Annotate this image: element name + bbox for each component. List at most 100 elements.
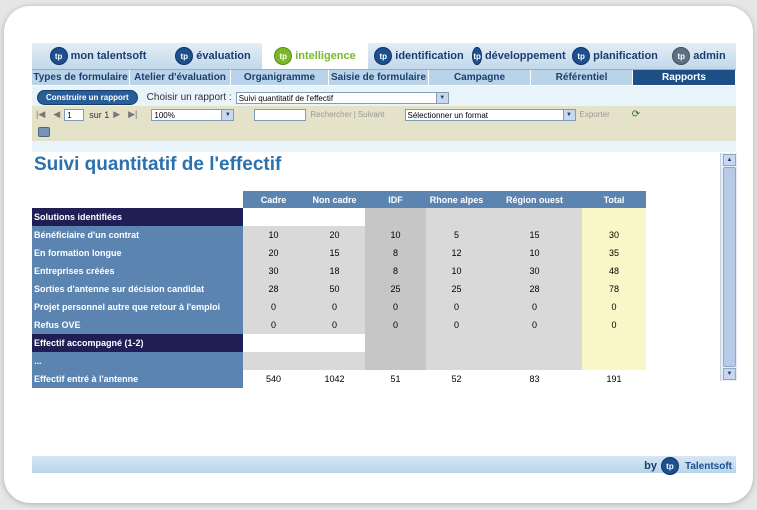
- table-cell: 35: [582, 244, 646, 262]
- vertical-scrollbar[interactable]: ▲ ▼: [720, 153, 737, 381]
- talentsoft-logo-icon: tp: [660, 457, 679, 475]
- zoom-value: 100%: [154, 110, 175, 120]
- table-cell: 18: [304, 262, 365, 280]
- table-cell: [487, 334, 582, 352]
- tab-0[interactable]: Types de formulaire: [32, 70, 130, 85]
- zoom-select[interactable]: 100% ▼: [151, 108, 235, 121]
- refresh-icon[interactable]: ⟳: [632, 109, 640, 120]
- scroll-up-icon[interactable]: ▲: [723, 154, 736, 166]
- search-link[interactable]: Rechercher: [310, 110, 351, 119]
- table-cell: 5: [426, 226, 487, 244]
- format-select-value: Sélectionner un format: [407, 110, 489, 120]
- table-cell: 10: [487, 244, 582, 262]
- module-1[interactable]: tp évaluation: [164, 43, 262, 69]
- table-cell: 0: [304, 316, 365, 334]
- tab-3[interactable]: Saisie de formulaire: [329, 70, 429, 85]
- row-label: Entreprises créées: [32, 262, 243, 280]
- first-page-icon[interactable]: |◀: [36, 109, 45, 120]
- tab-6[interactable]: Rapports: [633, 70, 736, 85]
- next-page-icon[interactable]: ▶: [113, 109, 120, 120]
- table-cell: [582, 208, 646, 226]
- window-frame: tp mon talentsoft tp évaluation tp intelligen…: [4, 6, 753, 503]
- column-header: IDF: [365, 191, 426, 208]
- last-page-icon[interactable]: ▶|: [128, 109, 137, 120]
- talentsoft-app: tp mon talentsoft tp évaluation tp intelligen…: [32, 43, 737, 475]
- table-cell: [304, 334, 365, 352]
- sub-navigation: Types de formulaire Atelier d'évaluation O…: [32, 70, 736, 85]
- module-2[interactable]: tp intelligence: [262, 43, 368, 69]
- chevron-down-icon[interactable]: ▼: [562, 109, 575, 120]
- table-cell: [487, 208, 582, 226]
- tp-logo-icon: tp: [175, 47, 194, 65]
- row-label: Solutions identifiées: [32, 208, 243, 226]
- tab-1[interactable]: Atelier d'évaluation: [130, 70, 231, 85]
- report-table: Cadre Non cadre IDF Rhone alpes Région ouest…: [32, 191, 646, 388]
- build-report-button[interactable]: Construire un rapport: [37, 90, 138, 105]
- format-select[interactable]: Sélectionner un format ▼: [404, 108, 576, 121]
- table-cell: [487, 352, 582, 370]
- choose-report-label: Choisir un rapport :: [146, 92, 232, 103]
- module-label: admin: [693, 50, 726, 62]
- footer: by tp Talentsoft: [32, 456, 736, 475]
- print-icon[interactable]: [38, 127, 50, 137]
- previous-page-icon[interactable]: ◀: [53, 109, 60, 120]
- report-select[interactable]: Suivi quantitatif de l'effectif ▼: [235, 91, 449, 104]
- module-6[interactable]: tp admin: [662, 43, 736, 69]
- table-cell: 83: [487, 370, 582, 388]
- module-0[interactable]: tp mon talentsoft: [32, 43, 164, 69]
- page-count-label: sur 1: [89, 109, 110, 120]
- table-cell: 0: [426, 316, 487, 334]
- scroll-down-icon[interactable]: ▼: [723, 368, 736, 380]
- table-header-row: Cadre Non cadre IDF Rhone alpes Région ouest…: [32, 191, 646, 208]
- row-label: Refus OVE: [32, 316, 243, 334]
- table-cell: [243, 334, 304, 352]
- module-label: développement: [484, 50, 566, 62]
- table-cell: 0: [304, 298, 365, 316]
- table-row: Solutions identifiées: [32, 208, 646, 226]
- table-cell: 25: [365, 280, 426, 298]
- tab-5[interactable]: Référentiel: [531, 70, 633, 85]
- table-cell: [426, 334, 487, 352]
- row-label: Bénéficiaire d'un contrat: [32, 226, 243, 244]
- table-cell: 30: [243, 262, 304, 280]
- module-5[interactable]: tp planification: [568, 43, 662, 69]
- search-input[interactable]: [254, 108, 307, 121]
- tp-logo-icon: tp: [572, 47, 591, 65]
- table-row: Entreprises créées 30 18 8 10 30 48: [32, 262, 646, 280]
- table-cell: [426, 208, 487, 226]
- table-cell: 0: [365, 298, 426, 316]
- table-cell: 48: [582, 262, 646, 280]
- table-cell: 540: [243, 370, 304, 388]
- table-cell: [582, 334, 646, 352]
- chevron-down-icon[interactable]: ▼: [435, 92, 448, 103]
- table-cell: 78: [582, 280, 646, 298]
- table-cell: 0: [582, 298, 646, 316]
- row-label: En formation longue: [32, 244, 243, 262]
- table-row: ...: [32, 352, 646, 370]
- table-cell: 20: [304, 226, 365, 244]
- chevron-down-icon[interactable]: ▼: [221, 109, 234, 120]
- module-3[interactable]: tp identification: [368, 43, 470, 69]
- row-label: Effectif entré à l'antenne: [32, 370, 243, 388]
- table-cell: 191: [582, 370, 646, 388]
- table-cell: 0: [426, 298, 487, 316]
- tab-4[interactable]: Campagne: [429, 70, 531, 85]
- column-header: Total: [582, 191, 646, 208]
- table-cell: 15: [487, 226, 582, 244]
- footer-branding: by tp Talentsoft: [644, 457, 732, 475]
- table-row: Refus OVE 0 0 0 0 0 0: [32, 316, 646, 334]
- scroll-thumb[interactable]: [723, 167, 736, 367]
- module-4[interactable]: tp développement: [470, 43, 568, 69]
- table-cell: 0: [487, 316, 582, 334]
- next-link[interactable]: Suivant: [358, 110, 385, 119]
- row-label: ...: [32, 352, 243, 370]
- tab-2[interactable]: Organigramme: [231, 70, 329, 85]
- page-input[interactable]: 1: [64, 108, 85, 121]
- module-label: évaluation: [196, 50, 251, 62]
- table-cell: 51: [365, 370, 426, 388]
- export-link[interactable]: Exporter: [580, 110, 610, 119]
- table-row: Projet personnel autre que retour à l'em…: [32, 298, 646, 316]
- row-label: Sorties d'antenne sur décision candidat: [32, 280, 243, 298]
- footer-brand: Talentsoft: [684, 460, 732, 472]
- tp-logo-icon: tp: [274, 47, 293, 65]
